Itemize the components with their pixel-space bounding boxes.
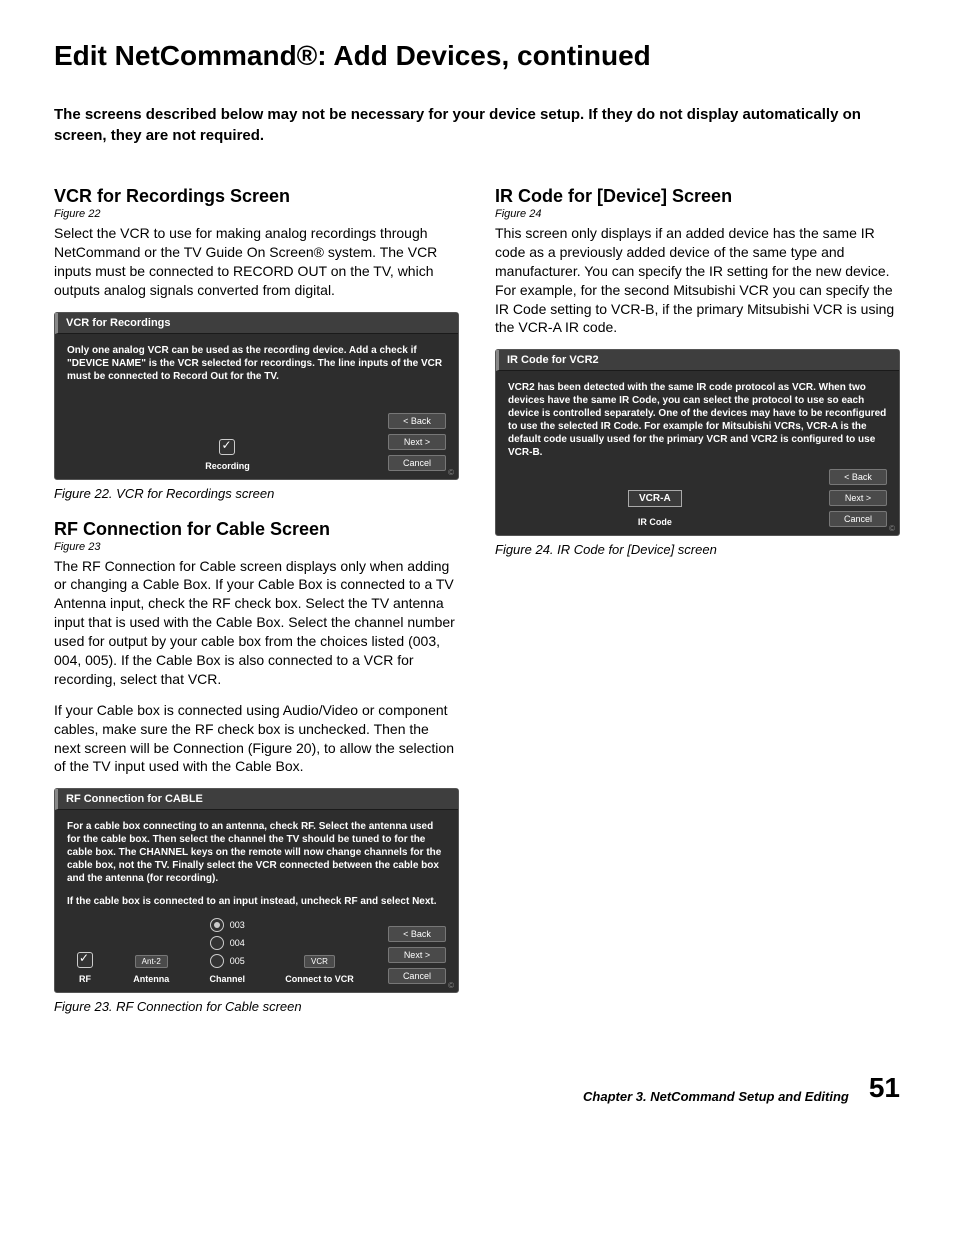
back-button[interactable]: < Back [829, 469, 887, 485]
vcr-dialog: VCR for Recordings Only one analog VCR c… [54, 312, 459, 480]
rf-checkbox[interactable] [77, 952, 93, 968]
right-column: IR Code for [Device] Screen Figure 24 Th… [495, 186, 900, 1032]
antenna-label: Antenna [133, 974, 169, 984]
recording-checkbox[interactable] [219, 439, 235, 455]
ir-caption: Figure 24. IR Code for [Device] screen [495, 542, 900, 557]
channel-label: Channel [209, 974, 245, 984]
ir-figref: Figure 24 [495, 208, 900, 220]
vcr-heading: VCR for Recordings Screen [54, 186, 459, 207]
vcr-select[interactable]: VCR [304, 955, 335, 968]
next-button[interactable]: Next > [388, 434, 446, 450]
vcr-dialog-text: Only one analog VCR can be used as the r… [67, 344, 446, 383]
channel-004-radio[interactable] [210, 936, 224, 950]
ir-body: This screen only displays if an added de… [495, 224, 900, 337]
footer-chapter: Chapter 3. NetCommand Setup and Editing [583, 1089, 849, 1104]
left-column: VCR for Recordings Screen Figure 22 Sele… [54, 186, 459, 1032]
channel-003-label: 003 [230, 920, 245, 930]
ir-heading: IR Code for [Device] Screen [495, 186, 900, 207]
connect-vcr-label: Connect to VCR [285, 974, 354, 984]
channel-005-label: 005 [230, 956, 245, 966]
rf-dialog: RF Connection for CABLE For a cable box … [54, 788, 459, 993]
channel-005-radio[interactable] [210, 954, 224, 968]
rf-label: RF [79, 974, 91, 984]
ir-dialog-text: VCR2 has been detected with the same IR … [508, 381, 887, 459]
copyright-icon: © [448, 468, 454, 477]
channel-003-radio[interactable] [210, 918, 224, 932]
recording-label: Recording [205, 461, 250, 471]
ir-label: IR Code [638, 517, 672, 527]
footer-page-number: 51 [869, 1072, 900, 1104]
rf-dialog-text1: For a cable box connecting to an antenna… [67, 820, 446, 885]
ir-select[interactable]: VCR-A [628, 490, 682, 507]
rf-body1: The RF Connection for Cable screen displ… [54, 557, 459, 689]
cancel-button[interactable]: Cancel [388, 455, 446, 471]
cancel-button[interactable]: Cancel [388, 968, 446, 984]
vcr-figref: Figure 22 [54, 208, 459, 220]
vcr-dialog-title: VCR for Recordings [55, 313, 458, 334]
channel-004-label: 004 [230, 938, 245, 948]
rf-body2: If your Cable box is connected using Aud… [54, 701, 459, 777]
cancel-button[interactable]: Cancel [829, 511, 887, 527]
antenna-select[interactable]: Ant-2 [135, 955, 168, 968]
intro-note: The screens described below may not be n… [54, 104, 900, 146]
vcr-caption: Figure 22. VCR for Recordings screen [54, 486, 459, 501]
next-button[interactable]: Next > [388, 947, 446, 963]
rf-heading: RF Connection for Cable Screen [54, 519, 459, 540]
back-button[interactable]: < Back [388, 926, 446, 942]
copyright-icon: © [889, 524, 895, 533]
copyright-icon: © [448, 981, 454, 990]
rf-dialog-text2: If the cable box is connected to an inpu… [67, 895, 446, 908]
next-button[interactable]: Next > [829, 490, 887, 506]
ir-dialog-title: IR Code for VCR2 [496, 350, 899, 371]
back-button[interactable]: < Back [388, 413, 446, 429]
page-title: Edit NetCommand®: Add Devices, continued [54, 40, 900, 72]
rf-dialog-title: RF Connection for CABLE [55, 789, 458, 810]
rf-caption: Figure 23. RF Connection for Cable scree… [54, 999, 459, 1014]
rf-figref: Figure 23 [54, 541, 459, 553]
ir-dialog: IR Code for VCR2 VCR2 has been detected … [495, 349, 900, 536]
vcr-body: Select the VCR to use for making analog … [54, 224, 459, 300]
